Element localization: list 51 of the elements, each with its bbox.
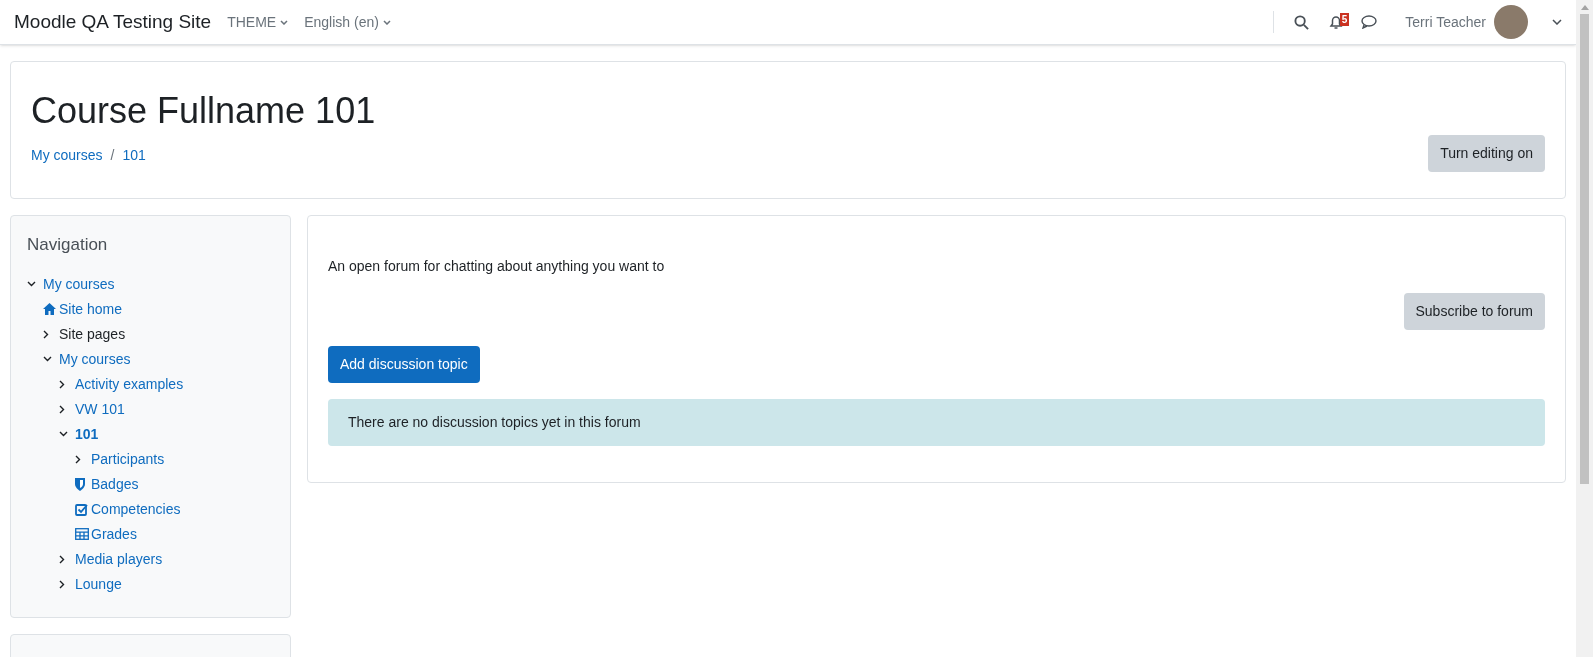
nav-item[interactable]: Site pages <box>59 323 126 345</box>
nav-item[interactable]: Grades <box>91 523 137 545</box>
caret-icon <box>382 19 391 25</box>
nav-item[interactable]: My courses <box>59 348 131 370</box>
checkbox-icon <box>75 502 88 516</box>
bell-icon <box>1328 14 1343 30</box>
search-icon[interactable] <box>1293 14 1309 30</box>
notification-button[interactable]: 5 <box>1328 14 1350 30</box>
chevron-down-icon[interactable] <box>27 281 36 287</box>
site-name[interactable]: Moodle QA Testing Site <box>14 7 212 37</box>
breadcrumb-link[interactable]: 101 <box>122 145 146 166</box>
nav-item[interactable]: Activity examples <box>75 373 184 395</box>
chevron-right-icon[interactable] <box>59 404 65 414</box>
shield-icon <box>75 477 85 491</box>
table-icon <box>75 528 89 540</box>
nav-item[interactable]: Badges <box>91 473 139 495</box>
nav-item[interactable]: Site home <box>59 298 123 320</box>
caret-icon <box>280 19 289 25</box>
dropdown-menu[interactable]: English (en) <box>304 11 391 33</box>
scroll-thumb[interactable] <box>1580 14 1589 484</box>
info-alert: There are no discussion topics yet in this forum <box>328 399 1545 446</box>
chevron-down-icon[interactable] <box>43 356 52 362</box>
nav-item[interactable]: Media players <box>75 548 163 570</box>
nav-item[interactable]: VW 101 <box>75 398 125 420</box>
chevron-right-icon[interactable] <box>59 379 65 389</box>
notification-count: 5 <box>1339 13 1350 26</box>
breadcrumb-link[interactable]: My courses <box>31 145 103 166</box>
caret-icon[interactable] <box>1552 19 1562 25</box>
nav-item[interactable]: Participants <box>91 448 165 470</box>
nav-item[interactable]: My courses <box>43 273 115 295</box>
chevron-right-icon[interactable] <box>59 554 65 564</box>
user-name[interactable]: Terri Teacher <box>1405 11 1486 33</box>
breadcrumb-separator: / <box>110 146 115 165</box>
nav-item[interactable]: Lounge <box>75 573 122 595</box>
chevron-right-icon[interactable] <box>43 329 49 339</box>
chevron-down-icon[interactable] <box>59 431 68 437</box>
block-title: Navigation <box>27 234 109 256</box>
chat-icon[interactable] <box>1361 15 1378 29</box>
turn-editing-on-button[interactable]: Turn editing on <box>1428 135 1545 172</box>
add-discussion-button[interactable]: Add discussion topic <box>328 346 480 383</box>
page-title: Course Fullname 101 <box>31 89 377 133</box>
nav-item[interactable]: Competencies <box>91 498 181 520</box>
subscribe-button[interactable]: Subscribe to forum <box>1403 293 1545 330</box>
chevron-right-icon[interactable] <box>59 579 65 589</box>
home-icon <box>43 303 56 315</box>
nav-item[interactable]: 101 <box>75 423 99 445</box>
chevron-right-icon[interactable] <box>75 454 81 464</box>
user-avatar[interactable] <box>1494 5 1528 39</box>
forum-description: An open forum for chatting about anything you want to <box>328 257 666 276</box>
scrollbar[interactable] <box>1576 0 1593 657</box>
dropdown-menu[interactable]: THEME <box>227 11 289 33</box>
